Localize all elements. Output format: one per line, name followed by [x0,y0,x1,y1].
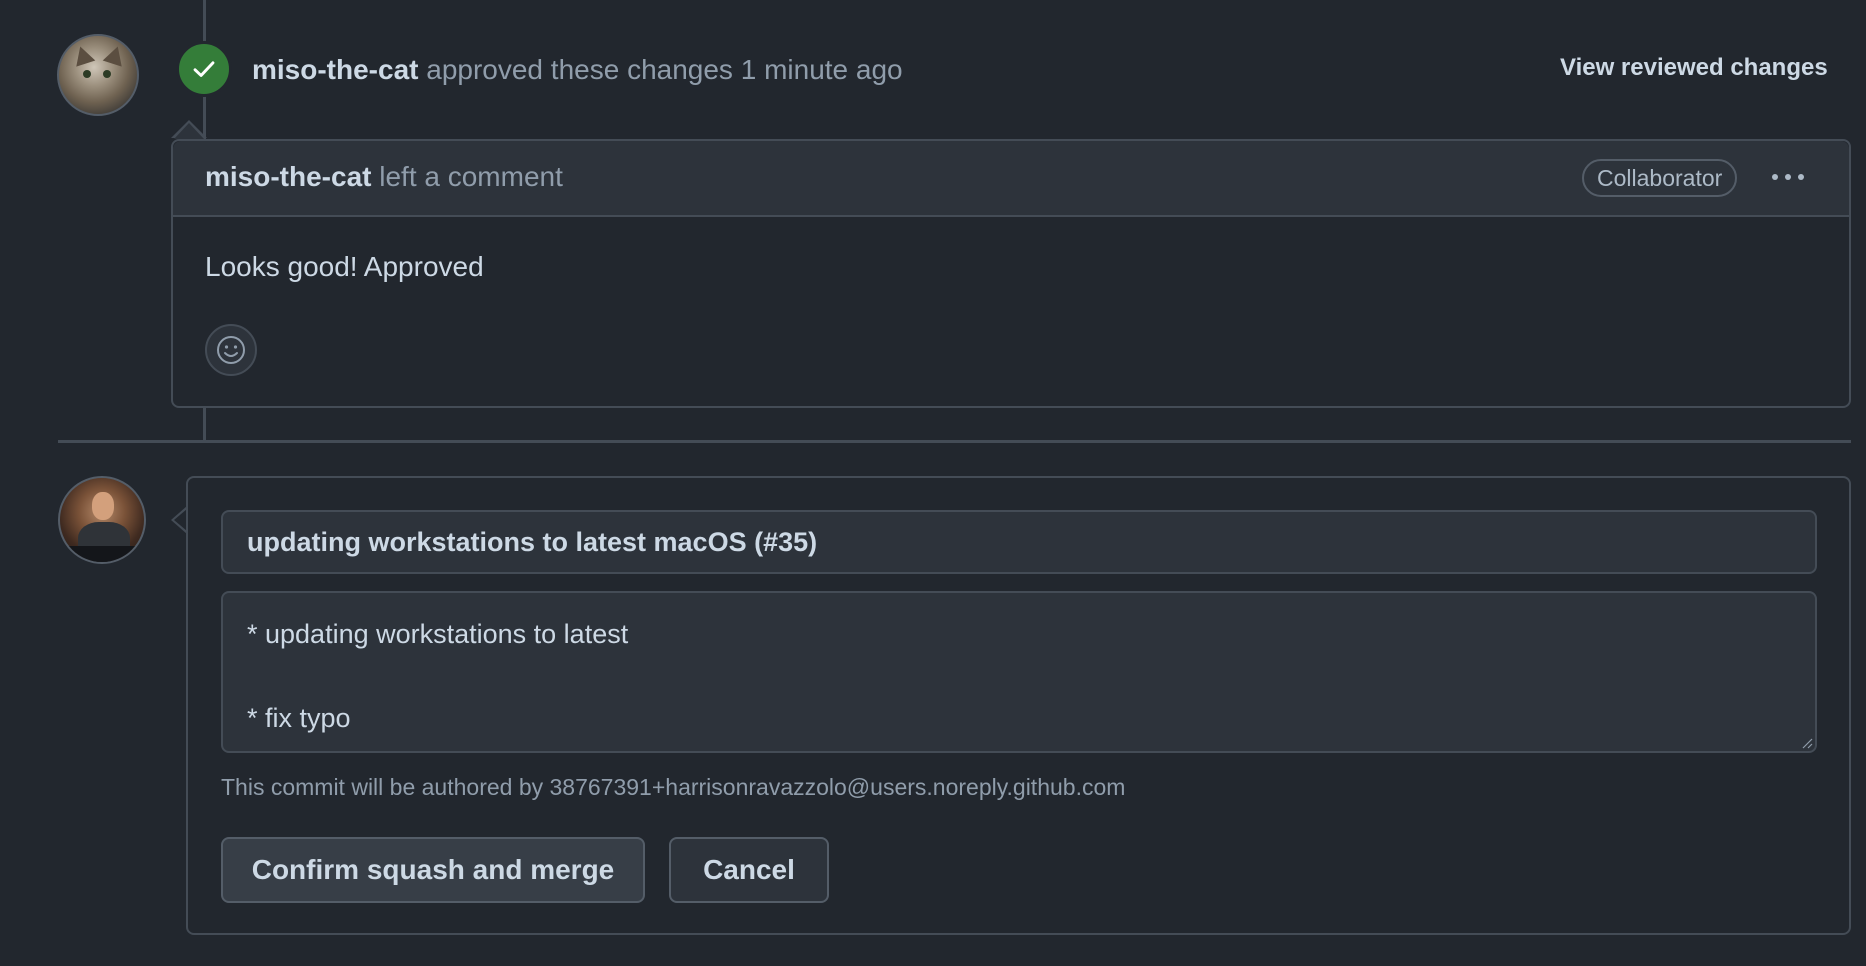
confirm-squash-merge-button[interactable]: Confirm squash and merge [221,837,645,903]
smiley-icon [217,336,245,364]
squash-merge-form: updating workstations to latest macOS (#… [186,476,1851,935]
review-header: miso-the-cat approved these changes 1 mi… [252,52,903,88]
view-reviewed-changes-link[interactable]: View reviewed changes [1560,54,1828,82]
commit-message-textarea[interactable]: * updating workstations to latest * fix … [221,591,1817,753]
merger-avatar[interactable] [58,476,146,564]
comment-author-link[interactable]: miso-the-cat [205,161,371,192]
review-timestamp[interactable]: 1 minute ago [741,54,903,85]
review-author-link[interactable]: miso-the-cat [252,54,418,85]
review-comment: miso-the-cat left a comment Collaborator… [171,139,1851,408]
cancel-button[interactable]: Cancel [669,837,829,903]
comment-caret-inner [174,123,204,139]
add-reaction-button[interactable] [205,324,257,376]
check-icon [193,61,215,77]
reviewer-avatar[interactable] [57,34,139,116]
resize-handle-icon[interactable] [1801,737,1813,749]
collaborator-badge: Collaborator [1582,159,1738,197]
commit-author-note: This commit will be authored by 38767391… [221,774,1126,800]
more-options-button[interactable] [1767,159,1809,195]
timeline-divider [58,440,1851,443]
comment-header: miso-the-cat left a comment Collaborator [173,141,1849,217]
comment-title: miso-the-cat left a comment [205,161,563,193]
review-action: approved these changes [426,54,733,85]
kebab-horizontal-icon [1772,174,1804,180]
commit-title-input[interactable]: updating workstations to latest macOS (#… [221,510,1817,574]
comment-action: left a comment [379,161,563,192]
comment-body: Looks good! Approved [205,251,484,282]
approved-check-icon [176,41,232,97]
